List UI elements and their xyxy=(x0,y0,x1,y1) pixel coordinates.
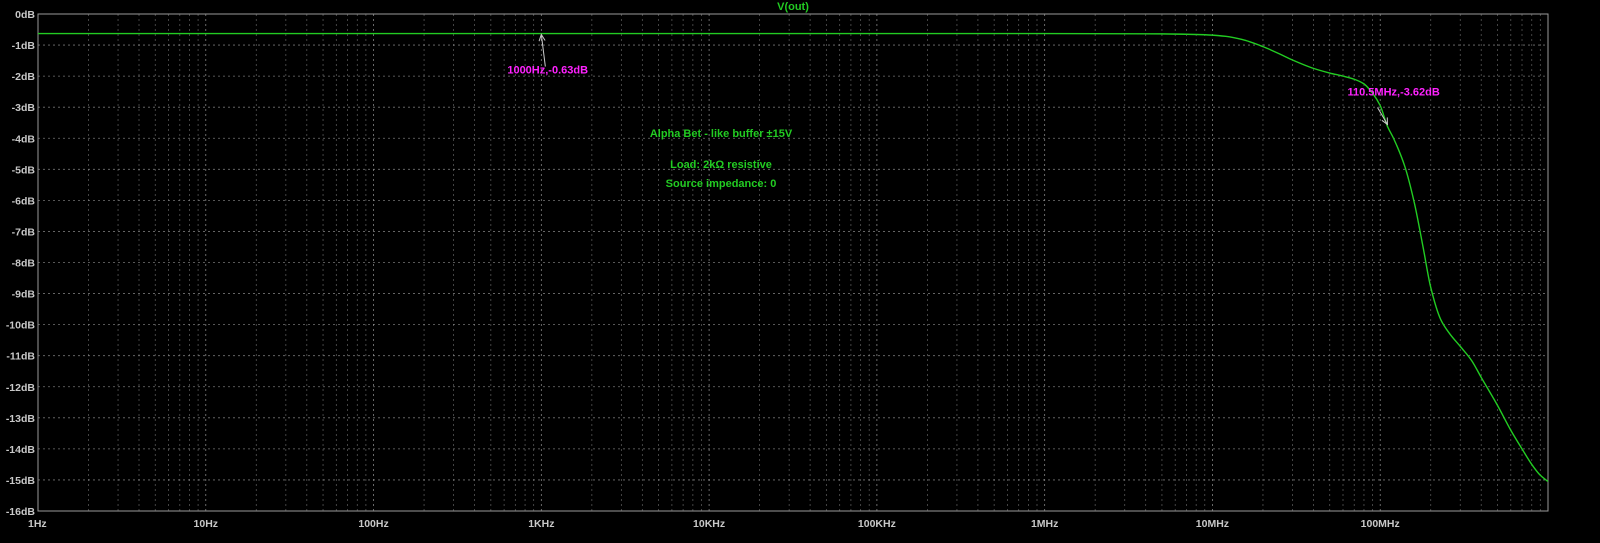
y-tick-label: -10dB xyxy=(6,320,36,332)
bode-plot[interactable]: 0dB -1dB -2dB -3dB -4dB -5dB -6dB -7dB -8dB -9dB -… xyxy=(0,0,1600,543)
cursor-label: 1000Hz,-0.63dB xyxy=(507,65,588,77)
y-tick-label: -6dB xyxy=(12,195,36,207)
x-tick-label: 100KHz xyxy=(858,518,896,530)
y-tick-label: -11dB xyxy=(6,351,35,363)
x-tick-label: 100Hz xyxy=(358,518,388,530)
annotation-source-impedance: Source impedance: 0 xyxy=(666,178,777,190)
x-tick-label: 1Hz xyxy=(28,518,47,530)
cursor-label: 110.5MHz,-3.62dB xyxy=(1347,86,1439,98)
y-tick-label: -13dB xyxy=(6,413,36,425)
y-tick-label: -15dB xyxy=(6,475,36,487)
y-tick-label: -8dB xyxy=(12,258,36,270)
y-tick-label: -5dB xyxy=(12,164,36,176)
y-tick-label: -2dB xyxy=(12,71,36,83)
y-tick-label: -1dB xyxy=(12,40,36,52)
x-tick-label: 10Hz xyxy=(194,518,219,530)
annotation-circuit-name: Alpha Bet - like buffer ±15V xyxy=(650,128,793,140)
x-tick-label: 1MHz xyxy=(1031,518,1058,530)
x-tick-label: 1KHz xyxy=(528,518,554,530)
x-tick-label: 100MHz xyxy=(1361,518,1400,530)
y-tick-label: 0dB xyxy=(15,9,35,21)
x-tick-label: 10KHz xyxy=(693,518,725,530)
y-tick-label: -4dB xyxy=(12,133,36,145)
y-tick-label: -9dB xyxy=(12,289,36,301)
x-tick-label: 10MHz xyxy=(1196,518,1229,530)
annotation-load: Load: 2kΩ resistive xyxy=(670,159,772,171)
y-tick-label: -16dB xyxy=(6,506,36,518)
y-tick-label: -14dB xyxy=(6,444,36,456)
chart-title: V(out) xyxy=(777,1,809,13)
y-tick-label: -12dB xyxy=(6,382,36,394)
y-tick-label: -3dB xyxy=(12,102,36,114)
y-tick-label: -7dB xyxy=(12,226,36,238)
